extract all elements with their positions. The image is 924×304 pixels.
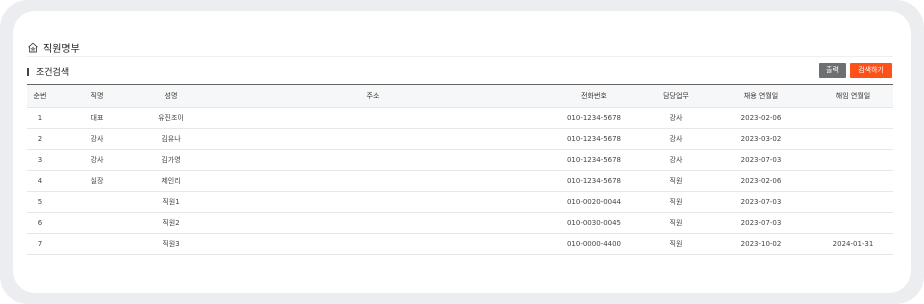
page-header: 직원명부 [27, 40, 80, 55]
table-row[interactable]: 2 강사 김유나 010-1234-5678 강사 2023-03-02 [27, 129, 893, 150]
cell-dismissal-date [813, 192, 893, 213]
cell-name: 직원2 [162, 219, 180, 227]
home-star-icon [27, 42, 39, 53]
title-divider [27, 56, 893, 57]
cell-position [53, 213, 141, 234]
cell-address [201, 213, 545, 234]
page-title: 직원명부 [43, 44, 80, 55]
cell-dismissal-date [813, 108, 893, 129]
cell-index: 3 [37, 156, 43, 164]
cell-hire-date: 2023-10-02 [740, 240, 782, 248]
column-header-dismissal-date[interactable]: 해임 연월일 [813, 84, 893, 108]
table-row[interactable]: 5 직원1 010-0020-0044 직원 2023-07-03 [27, 192, 893, 213]
cell-index: 6 [37, 219, 43, 227]
cell-dismissal-date: 2024-01-31 [832, 240, 874, 248]
table-row[interactable]: 6 직원2 010-0030-0045 직원 2023-07-03 [27, 213, 893, 234]
cell-name: 김유나 [161, 135, 181, 143]
cell-address [201, 234, 545, 255]
cell-position [53, 234, 141, 255]
cell-duty: 직원 [669, 198, 683, 206]
cell-phone: 010-0020-0044 [566, 198, 622, 206]
cell-hire-date: 2023-07-03 [740, 219, 782, 227]
employee-table: 순번 직명 성명 주소 전화번호 담당업무 채용 연월일 해임 연월일 1 대표… [27, 84, 893, 255]
column-header-phone[interactable]: 전화번호 [545, 84, 643, 108]
cell-duty: 강사 [669, 114, 683, 122]
search-section-header: 조건검색 [27, 65, 69, 78]
cell-address [201, 129, 545, 150]
cell-address [201, 108, 545, 129]
section-title: 조건검색 [36, 68, 70, 78]
cell-index: 4 [37, 177, 43, 185]
cell-name: 김가영 [161, 156, 181, 164]
table-row[interactable]: 4 실장 제인리 010-1234-5678 직원 2023-02-06 [27, 171, 893, 192]
cell-hire-date: 2023-07-03 [740, 156, 782, 164]
cell-position: 대표 [90, 114, 104, 122]
cell-dismissal-date [813, 129, 893, 150]
column-header-duty[interactable]: 담당업무 [643, 84, 709, 108]
cell-phone: 010-0030-0045 [566, 219, 622, 227]
cell-phone: 010-1234-5678 [566, 114, 622, 122]
cell-dismissal-date [813, 150, 893, 171]
column-header-hire-date[interactable]: 채용 연월일 [709, 84, 813, 108]
cell-duty: 직원 [669, 240, 683, 248]
cell-duty: 강사 [669, 156, 683, 164]
cell-address [201, 171, 545, 192]
table-header-row: 순번 직명 성명 주소 전화번호 담당업무 채용 연월일 해임 연월일 [27, 84, 893, 108]
cell-duty: 강사 [669, 135, 683, 143]
cell-name: 제인리 [161, 177, 181, 185]
cell-name: 직원3 [162, 240, 180, 248]
cell-hire-date: 2023-02-06 [740, 177, 782, 185]
cell-name: 직원1 [162, 198, 180, 206]
cell-dismissal-date [813, 171, 893, 192]
content-card: 직원명부 조건검색 출력 검색하기 순번 직명 성명 주소 전화번호 담당업무 … [13, 11, 911, 293]
search-button[interactable]: 검색하기 [850, 63, 892, 78]
cell-phone: 010-1234-5678 [566, 177, 622, 185]
cell-phone: 010-0000-4400 [566, 240, 622, 248]
cell-position: 강사 [90, 156, 104, 164]
app-frame: 직원명부 조건검색 출력 검색하기 순번 직명 성명 주소 전화번호 담당업무 … [0, 0, 924, 304]
print-button[interactable]: 출력 [819, 63, 846, 78]
cell-position [53, 192, 141, 213]
cell-position: 강사 [90, 135, 104, 143]
cell-hire-date: 2023-02-06 [740, 114, 782, 122]
cell-phone: 010-1234-5678 [566, 156, 622, 164]
table-row[interactable]: 3 강사 김가영 010-1234-5678 강사 2023-07-03 [27, 150, 893, 171]
table-row[interactable]: 1 대표 유진조이 010-1234-5678 강사 2023-02-06 [27, 108, 893, 129]
cell-name: 유진조이 [158, 114, 184, 122]
table-row[interactable]: 7 직원3 010-0000-4400 직원 2023-10-02 2024-0… [27, 234, 893, 255]
cell-position: 실장 [90, 177, 104, 185]
cell-duty: 직원 [669, 219, 683, 227]
cell-index: 2 [37, 135, 43, 143]
column-header-address[interactable]: 주소 [201, 84, 545, 108]
cell-dismissal-date [813, 213, 893, 234]
cell-index: 5 [37, 198, 43, 206]
column-header-name[interactable]: 성명 [141, 84, 201, 108]
cell-address [201, 192, 545, 213]
cell-hire-date: 2023-03-02 [740, 135, 782, 143]
cell-address [201, 150, 545, 171]
cell-index: 1 [37, 114, 43, 122]
section-marker [27, 67, 29, 76]
cell-phone: 010-1234-5678 [566, 135, 622, 143]
cell-index: 7 [37, 240, 43, 248]
cell-hire-date: 2023-07-03 [740, 198, 782, 206]
column-header-position[interactable]: 직명 [53, 84, 141, 108]
column-header-index[interactable]: 순번 [27, 84, 53, 108]
cell-duty: 직원 [669, 177, 683, 185]
